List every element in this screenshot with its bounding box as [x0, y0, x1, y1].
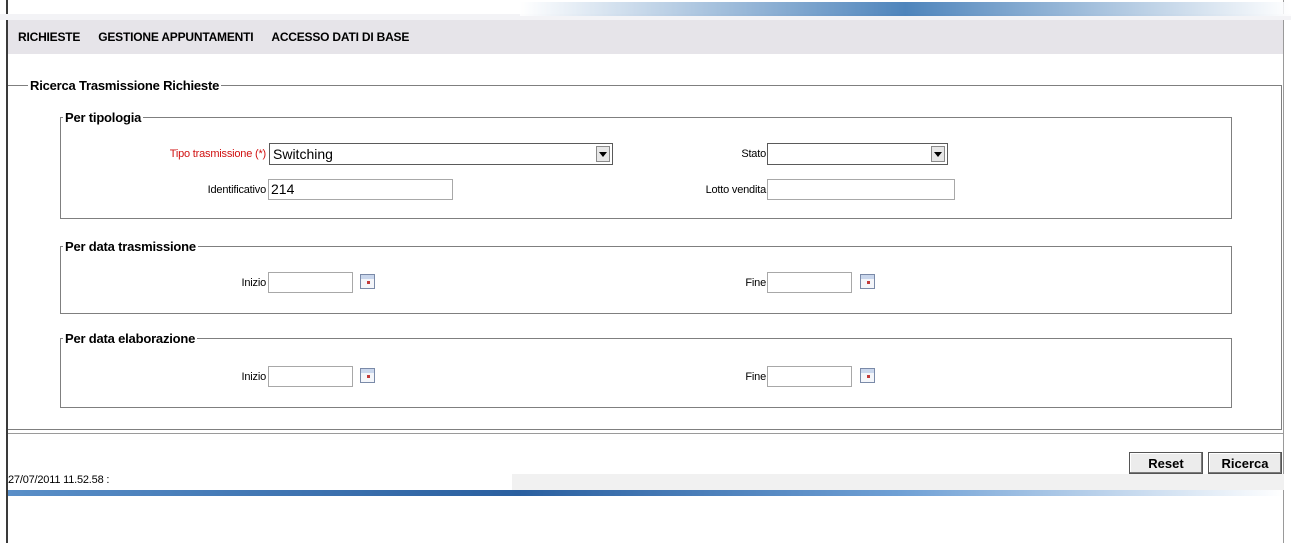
per-data-elaborazione-legend: Per data elaborazione	[65, 331, 196, 346]
trasmissione-inizio-input[interactable]	[268, 272, 353, 293]
calendar-icon[interactable]	[360, 274, 375, 289]
elaborazione-inizio-input[interactable]	[268, 366, 353, 387]
elaborazione-fine-label: Fine	[745, 371, 766, 383]
stato-label: Stato	[741, 148, 766, 160]
calendar-icon[interactable]	[860, 368, 875, 383]
menu-item-gestione-appuntamenti[interactable]: GESTIONE APPUNTAMENTI	[98, 30, 253, 44]
menu-item-richieste[interactable]: RICHIESTE	[18, 30, 80, 44]
identificativo-label: Identificativo	[207, 184, 267, 196]
calendar-icon[interactable]	[360, 368, 375, 383]
window-right-border	[1283, 0, 1284, 543]
main-menubar: RICHIESTE GESTIONE APPUNTAMENTI ACCESSO …	[8, 20, 1283, 54]
status-progress-bar	[8, 490, 1283, 496]
tipo-trasmissione-select[interactable]: Switching	[269, 143, 613, 165]
reset-button[interactable]: Reset	[1129, 452, 1203, 474]
per-tipologia-legend: Per tipologia	[65, 110, 142, 125]
search-form-legend: Ricerca Trasmissione Richieste	[30, 78, 220, 93]
per-data-elaborazione-fieldset: Per data elaborazione	[60, 331, 1232, 408]
identificativo-input[interactable]: 214	[268, 179, 453, 200]
menu-item-accesso-dati-di-base[interactable]: ACCESSO DATI DI BASE	[271, 30, 409, 44]
lotto-vendita-input[interactable]	[767, 179, 955, 200]
per-tipologia-fieldset: Per tipologia	[60, 110, 1232, 219]
tipo-trasmissione-label: Tipo trasmissione (*)	[169, 148, 266, 160]
trasmissione-fine-label: Fine	[745, 277, 766, 289]
form-bottom-divider	[8, 433, 1283, 434]
stato-select[interactable]	[767, 143, 948, 165]
ricerca-button[interactable]: Ricerca	[1208, 452, 1282, 474]
per-data-trasmissione-legend: Per data trasmissione	[65, 239, 196, 254]
elaborazione-inizio-label: Inizio	[241, 371, 267, 383]
calendar-icon[interactable]	[860, 274, 875, 289]
trasmissione-inizio-label: Inizio	[241, 277, 267, 289]
chevron-down-icon[interactable]	[931, 146, 945, 162]
elaborazione-fine-input[interactable]	[767, 366, 852, 387]
lotto-vendita-label: Lotto vendita	[705, 184, 767, 196]
tipo-trasmissione-value: Switching	[273, 146, 333, 162]
top-gradient-strip	[520, 2, 1291, 16]
chevron-down-icon[interactable]	[596, 146, 610, 162]
status-bar-background	[512, 474, 1284, 490]
trasmissione-fine-input[interactable]	[767, 272, 852, 293]
status-timestamp: 27/07/2011 11.52.58 :	[8, 474, 110, 486]
